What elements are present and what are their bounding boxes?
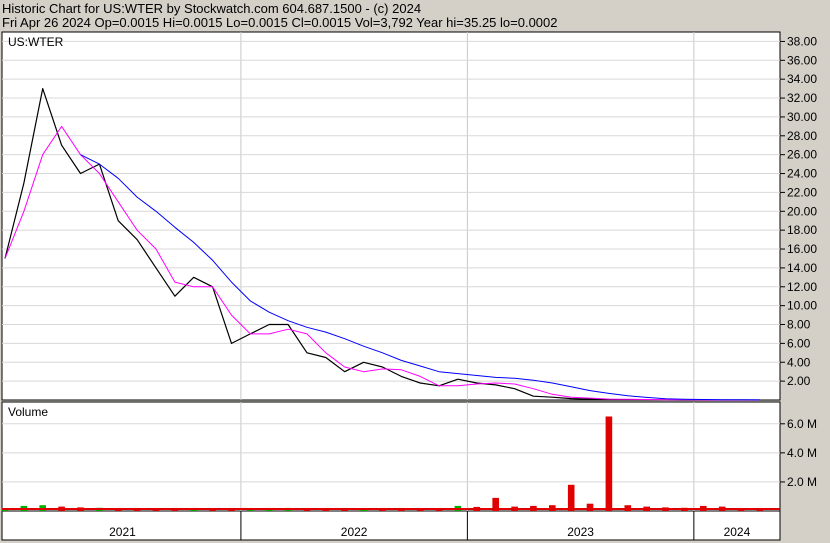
volume-tick-label: 6.0 M	[787, 417, 817, 431]
price-tick-label: 34.00	[787, 72, 817, 86]
volume-tick-label: 4.0 M	[787, 446, 817, 460]
price-tick-label: 10.00	[787, 299, 817, 313]
volume-panel	[1, 401, 781, 512]
volume-tick-label: 2.0 M	[787, 475, 817, 489]
price-tick-label: 2.00	[787, 374, 811, 388]
price-tick-label: 32.00	[787, 91, 817, 105]
price-tick-label: 38.00	[787, 34, 817, 48]
price-tick-label: 4.00	[787, 355, 811, 369]
year-label: 2021	[109, 525, 136, 539]
price-tick-label: 22.00	[787, 185, 817, 199]
price-panel	[1, 31, 781, 401]
price-tick-label: 30.00	[787, 110, 817, 124]
price-tick-label: 28.00	[787, 129, 817, 143]
historic-chart: 2021 2022 2023 2024 2.00 4.00 6.00 8.00 10.00 12.…	[1, 31, 817, 541]
volume-bar	[567, 484, 575, 511]
price-tick-label: 6.00	[787, 336, 811, 350]
price-tick-label: 26.00	[787, 148, 817, 162]
year-label: 2024	[724, 525, 751, 539]
price-tick-label: 18.00	[787, 223, 817, 237]
price-tick-label: 36.00	[787, 53, 817, 67]
price-tick-label: 16.00	[787, 242, 817, 256]
year-label: 2022	[341, 525, 368, 539]
price-tick-label: 24.00	[787, 167, 817, 181]
year-label: 2023	[567, 525, 594, 539]
price-tick-label: 20.00	[787, 204, 817, 218]
price-tick-label: 14.00	[787, 261, 817, 275]
volume-panel-label: Volume	[8, 405, 48, 419]
price-tick-label: 12.00	[787, 280, 817, 294]
price-tick-label: 8.00	[787, 318, 811, 332]
price-panel-label: US:WTER	[8, 35, 64, 49]
volume-bar	[605, 416, 613, 511]
